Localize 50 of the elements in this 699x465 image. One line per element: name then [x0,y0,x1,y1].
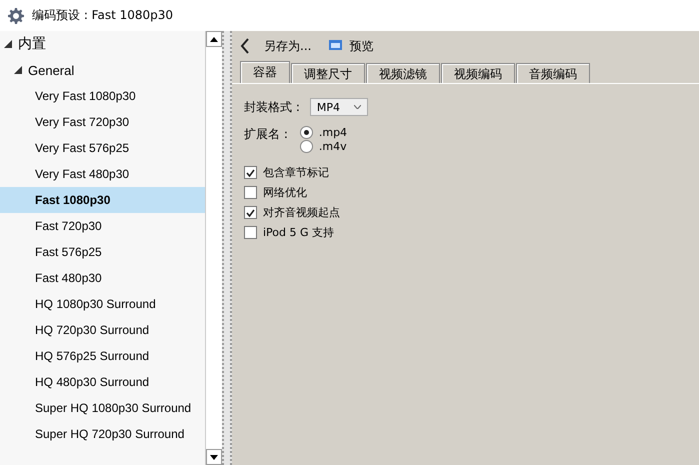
tree-item[interactable]: Very Fast 480p30 [0,161,205,187]
tree-item[interactable]: Very Fast 1080p30 [0,83,205,109]
scroll-up-button[interactable] [206,31,222,47]
tree-item[interactable]: Fast 480p30 [0,265,205,291]
checkbox[interactable] [244,166,257,179]
tree-item[interactable]: Fast 576p25 [0,239,205,265]
caret-icon [354,105,361,109]
save-as-button[interactable]: 另存为... [260,36,316,56]
tree-item[interactable]: Very Fast 720p30 [0,109,205,135]
back-icon[interactable] [240,38,250,54]
checkbox-label: 对齐音视频起点 [263,205,340,220]
radio-label: .mp4 [318,126,348,139]
preview-button[interactable]: 预览 [325,36,378,56]
tab[interactable]: 视频编码 [441,63,515,83]
format-dropdown[interactable]: MP4 [310,98,368,116]
format-label: 封装格式 : [244,98,300,116]
down-arrow-icon [210,454,218,460]
checkbox-label: 网络优化 [263,185,307,200]
tab[interactable]: 调整尺寸 [291,63,365,83]
tree-item[interactable]: Super HQ 1080p30 Surround [0,395,205,421]
tree-item[interactable]: HQ 1080p30 Surround [0,291,205,317]
checkbox[interactable] [244,226,257,239]
checkbox[interactable] [244,206,257,219]
checkbox-label: 包含章节标记 [263,165,329,180]
radio-label: .m4v [318,140,347,153]
tree-item[interactable]: Fast 720p30 [0,213,205,239]
scrollbar[interactable] [205,31,222,465]
tab[interactable]: 音频编码 [516,63,590,83]
preview-window-icon [329,40,344,52]
tree-item[interactable]: HQ 480p30 Surround [0,369,205,395]
checkbox-label: iPod 5 G 支持 [263,225,334,240]
tree-item[interactable]: General [0,57,205,83]
checkbox[interactable] [244,186,257,199]
tree-item[interactable]: Very Fast 576p25 [0,135,205,161]
scroll-down-button[interactable] [206,449,222,465]
extension-label: 扩展名 : [244,126,288,143]
tree-item[interactable]: Fast 1080p30 [0,187,205,213]
up-arrow-icon [210,36,218,42]
tree-item[interactable]: Super HQ 720p30 Surround [0,421,205,447]
radio-button[interactable] [300,140,313,153]
window-title: 编码预设 : Fast 1080p30 [32,7,174,24]
tree-item[interactable]: HQ 576p25 Surround [0,343,205,369]
tab[interactable]: 容器 [240,61,290,83]
tree-item[interactable]: HQ 720p30 Surround [0,317,205,343]
tab[interactable]: 视频滤镜 [366,63,440,83]
expanded-triangle-icon[interactable] [4,40,12,48]
tree-item[interactable]: 内置 [0,31,205,57]
gear-icon [8,8,24,24]
radio-button[interactable] [300,126,313,139]
expanded-triangle-icon[interactable] [14,66,22,74]
